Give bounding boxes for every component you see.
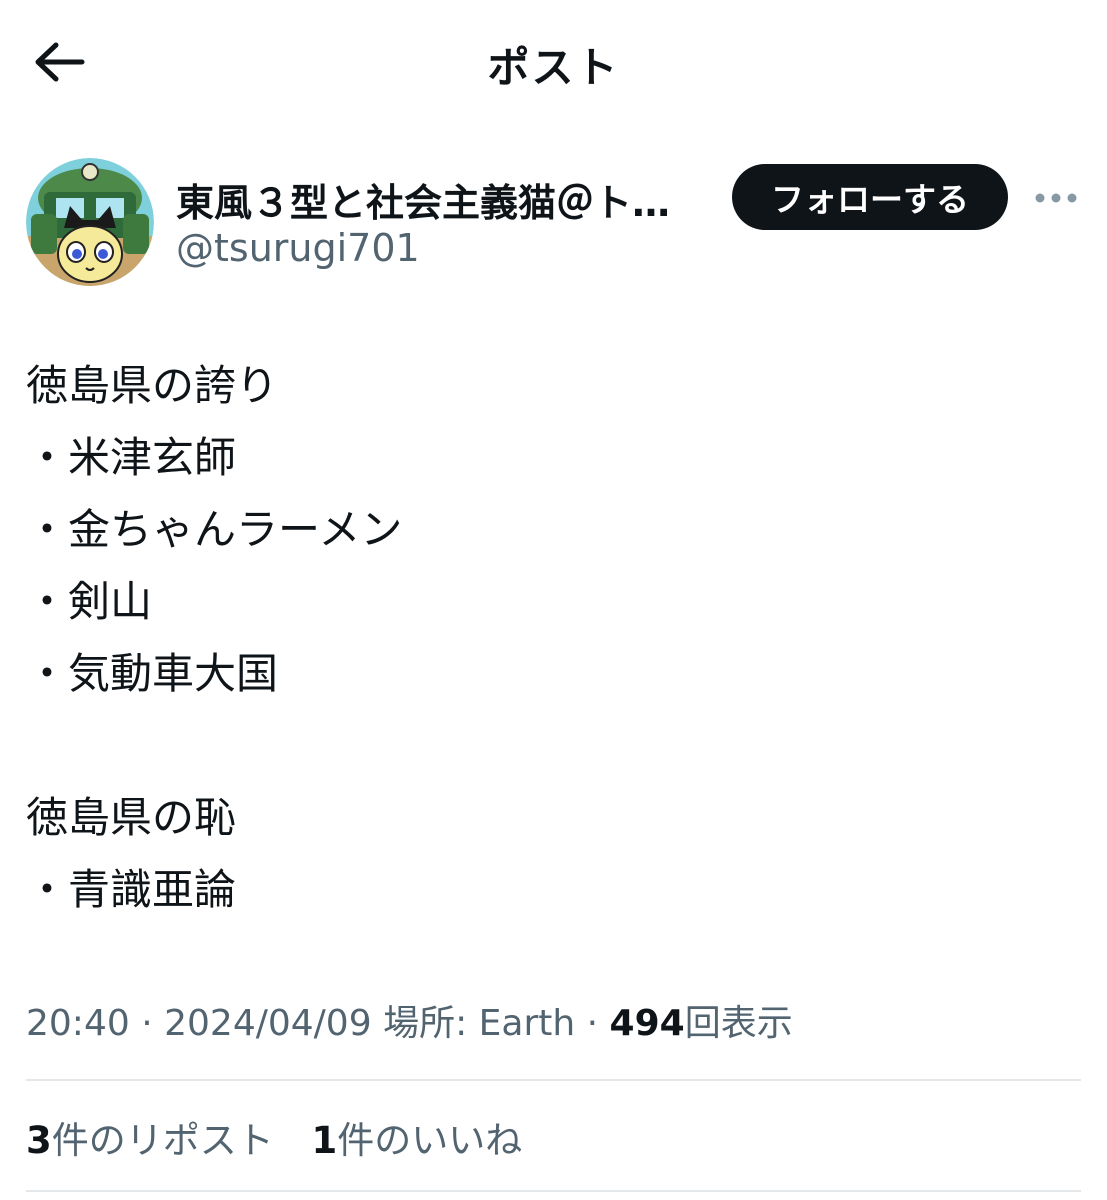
post-text-line: ・米津玄師 <box>26 433 237 482</box>
post-author-header: 東風３型と社会主義猫＠ト… @tsurugi701 フォローする <box>26 158 1086 288</box>
meta-separator: · <box>141 1003 153 1044</box>
views-label: 回表示 <box>684 1003 793 1044</box>
post-text-line: ・気動車大国 <box>26 649 279 698</box>
divider <box>26 1079 1081 1081</box>
post-text-line: ・青識亜論 <box>26 865 237 914</box>
post-text-line: 徳島県の誇り <box>26 361 279 410</box>
likes-label: 件のいいね <box>337 1119 523 1162</box>
reposts-count: 3 <box>26 1119 52 1162</box>
avatar[interactable] <box>26 158 154 286</box>
likes-count: 1 <box>311 1119 338 1162</box>
post-text-line: ・金ちゃんラーメン <box>26 505 403 554</box>
more-horizontal-icon <box>1035 193 1077 203</box>
post-text-line: ・剣山 <box>26 577 153 626</box>
divider <box>26 1190 1081 1192</box>
follow-button[interactable]: フォローする <box>732 164 1008 230</box>
engagement-stats: 3件のリポスト 1件のいいね <box>26 1110 548 1164</box>
post-metadata: 20:40 · 2024/04/09 場所: Earth · 494回表示 <box>26 994 793 1046</box>
more-options-button[interactable] <box>1026 176 1086 220</box>
post-date[interactable]: 2024/04/09 <box>164 1003 372 1044</box>
views-count: 494 <box>609 1003 685 1044</box>
post-text-line <box>26 710 1076 782</box>
post-text: 徳島県の誇り ・米津玄師 ・金ちゃんラーメン ・剣山 ・気動車大国 徳島県の恥 … <box>26 350 1076 926</box>
post-location: 場所: Earth <box>383 1003 576 1044</box>
meta-separator: · <box>586 1003 599 1044</box>
author-display-name[interactable]: 東風３型と社会主義猫＠ト… <box>176 172 716 227</box>
avatar-cat-train-image <box>26 158 154 286</box>
top-navigation-bar: ポスト <box>0 0 1107 124</box>
likes-link[interactable]: 1件のいいね <box>312 1119 523 1162</box>
reposts-link[interactable]: 3件のリポスト <box>26 1119 274 1162</box>
author-handle[interactable]: @tsurugi701 <box>176 226 420 270</box>
post-text-line: 徳島県の恥 <box>26 793 237 842</box>
page-title: ポスト <box>487 43 620 92</box>
post-time[interactable]: 20:40 <box>26 1003 130 1044</box>
reposts-label: 件のリポスト <box>51 1119 274 1162</box>
